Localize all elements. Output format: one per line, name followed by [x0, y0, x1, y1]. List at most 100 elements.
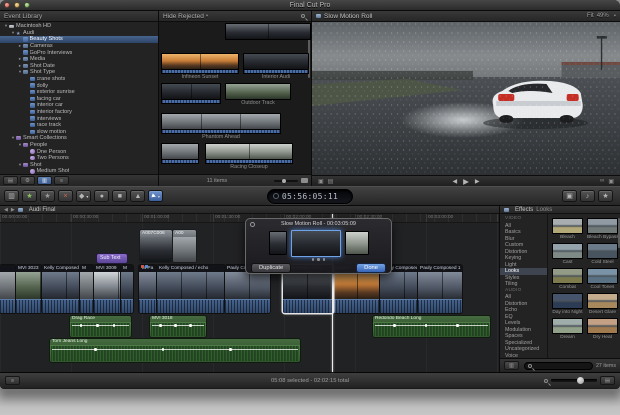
sidebar-item-dolly[interactable]: dolly [0, 82, 158, 89]
gear-menu-icon[interactable]: ⚙ [20, 176, 35, 185]
previous-frame-button[interactable]: ◀ [452, 178, 457, 185]
filter-popup[interactable]: Hide Rejected [163, 13, 204, 20]
show-scopes-button[interactable]: ▤ [328, 178, 334, 185]
marker-button[interactable]: ▲ [130, 190, 145, 202]
timecode-dashboard[interactable]: 05:56:05:11 [267, 189, 353, 204]
audio-clip-mvi-3018[interactable]: MVI 3018 [150, 316, 206, 337]
effects-search-field[interactable] [524, 362, 593, 370]
volume-keyframe-dot[interactable] [229, 348, 232, 351]
sidebar-item-people[interactable]: ▾People [0, 142, 158, 149]
sidebar-item-shot-date[interactable]: ▸Shot Date [0, 63, 158, 70]
effect-item-dream[interactable]: Dream [552, 318, 583, 341]
browser-clip-interior-audi[interactable]: Interior Audi [243, 53, 309, 81]
volume-keyframe-dot[interactable] [456, 324, 459, 327]
page-dot[interactable] [323, 258, 326, 261]
sidebar-item-two-persons[interactable]: Two Persons [0, 155, 158, 162]
timeline-clip-kelly-composed[interactable]: Kelly Composed [42, 265, 80, 313]
browser-clip-item[interactable] [225, 23, 311, 40]
backgrounds-browser-button[interactable]: ★ [598, 190, 613, 202]
next-frame-button[interactable]: ▶ [475, 178, 480, 185]
effect-item-bleach-bypass[interactable]: Bleach Bypass [587, 218, 618, 241]
zoom-out-icon[interactable] [544, 379, 548, 383]
sidebar-item-one-person[interactable]: One Person [0, 148, 158, 155]
effect-item-cool-tones[interactable]: Cool Tones [587, 268, 618, 291]
volume-keyframe-dot[interactable] [425, 324, 428, 327]
browser-clip-infineon-sunset[interactable]: Infineon Sunset [161, 53, 239, 81]
timeline-clip-kelly-composed-echo[interactable]: Kelly Composed / echo [157, 265, 225, 313]
audition-pick-left[interactable] [269, 231, 287, 255]
search-icon[interactable] [301, 14, 305, 18]
play-button[interactable]: ▶ [463, 177, 469, 186]
browser-clip-outdoor-track[interactable]: Outdoor Track [225, 83, 291, 107]
sidebar-item-crane-shots[interactable]: crane shots [0, 76, 158, 83]
sidebar-item-exterior-sunrise[interactable]: exterior sunrise [0, 89, 158, 96]
enhancements-menu[interactable]: ◆▾ [76, 190, 91, 202]
sidebar-item-shot-type[interactable]: ▾Shot Type [0, 69, 158, 76]
timeline-clip-m[interactable]: M [80, 265, 94, 313]
timeline-clip-m[interactable]: M [121, 265, 133, 313]
browser-clip-item[interactable] [161, 83, 221, 104]
timeline-clip-mvi-3023[interactable]: MVI 3023 [16, 265, 42, 313]
timeline-clip-mvi-3009[interactable]: MVI 3009 [94, 265, 121, 313]
sidebar-item-smart-collections[interactable]: ▾Smart Collections [0, 135, 158, 142]
timeline-back-button[interactable]: ◀ [4, 207, 8, 213]
audition-pick-right[interactable] [345, 231, 369, 255]
timeline-clip-ta-pa[interactable]: Ta Pa [139, 265, 157, 313]
volume-keyframe-dot[interactable] [96, 324, 99, 327]
volume-keyframe-dot[interactable] [393, 324, 396, 327]
select-tool-menu[interactable]: ▾ [148, 190, 163, 202]
sidebar-item-interior-car[interactable]: interior car [0, 102, 158, 109]
connected-clip-a007c006[interactable]: A007C006 [140, 230, 172, 262]
effect-item-cold-steel[interactable]: Cold Steel [587, 243, 618, 266]
timeline-clip-pauly-composed-1[interactable]: Pauly Composed 1 [418, 265, 462, 313]
sidebar-item-media[interactable]: ▸Media [0, 56, 158, 63]
effect-item-bleach[interactable]: Bleach [552, 218, 583, 241]
effect-item-desert-glare[interactable]: Desert Glare [587, 293, 618, 316]
sidebar-item-slow-motion[interactable]: slow motion [0, 129, 158, 136]
done-button[interactable]: Done [356, 263, 386, 273]
volume-keyframe-dot[interactable] [189, 324, 192, 327]
page-dot[interactable] [317, 258, 320, 261]
effect-item-cast[interactable]: Cast [552, 243, 583, 266]
effects-view-toggle-button[interactable]: ▥ [504, 361, 519, 370]
sidebar-item-cameras[interactable]: ▸Cameras [0, 43, 158, 50]
fullscreen-button[interactable]: ▣ [608, 178, 614, 185]
title-clip-sub-text[interactable]: Sub Text [97, 254, 127, 263]
duplicate-button[interactable]: Duplicate [251, 263, 291, 273]
list-view-icon[interactable]: ≡ [54, 176, 69, 185]
volume-keyframe-dot[interactable] [162, 348, 165, 351]
browser-clip-phantom-ahead[interactable]: Phantom Ahead [161, 113, 281, 141]
retime-menu[interactable]: ■ [112, 190, 127, 202]
effect-item-day-into-night[interactable]: Day into Night [552, 293, 583, 316]
thumbnail-duration-slider[interactable] [274, 180, 298, 182]
sidebar-item-gopro-interviews[interactable]: GoPro Interviews [0, 49, 158, 56]
effect-item-combat[interactable]: Combat [552, 268, 583, 291]
timeline-forward-button[interactable]: ▶ [11, 207, 15, 213]
loop-playback-button[interactable]: ∞ [600, 178, 604, 185]
volume-keyframe-dot[interactable] [94, 348, 97, 351]
sidebar-item-facing-car[interactable]: facing car [0, 96, 158, 103]
timeline-zoom-slider[interactable] [551, 379, 597, 382]
browser-clip-racing-closeup[interactable]: Racing Closeup [205, 143, 293, 171]
timeline-clip-item[interactable] [0, 265, 16, 313]
connected-clip-a00[interactable]: A00 [173, 230, 196, 262]
photos-browser-button[interactable]: ▣ [562, 190, 577, 202]
audio-clip-redondo-beach-long[interactable]: Redondo Beach Long [373, 316, 490, 337]
sidebar-item-race-track[interactable]: race track [0, 122, 158, 129]
favorite-button[interactable]: ★ [22, 190, 37, 202]
library-toggle-icon[interactable]: ▤ [3, 176, 18, 185]
browser-clip-item[interactable] [161, 143, 199, 164]
import-media-button[interactable]: ▥ [4, 190, 19, 202]
filmstrip-view-icon[interactable]: ▥ [37, 176, 52, 185]
music-browser-button[interactable]: ♪ [580, 190, 595, 202]
sidebar-item-beauty-shots[interactable]: Beauty Shots [0, 36, 158, 43]
sidebar-item-interviews[interactable]: interviews [0, 115, 158, 122]
clip-appearance-button[interactable]: ▤ [600, 376, 615, 385]
effect-item-dry-heat[interactable]: Dry Heat [587, 318, 618, 341]
viewer-zoom-popup[interactable]: 49% [597, 13, 609, 19]
audio-clip-torn-jeans-long[interactable]: Torn Jeans Long [50, 339, 300, 362]
sidebar-item-macintosh-hd[interactable]: ▾Macintosh HD [0, 23, 158, 30]
show-event-button[interactable]: ▣ [318, 178, 324, 185]
volume-keyframe-dot[interactable] [159, 324, 162, 327]
volume-keyframe-dot[interactable] [174, 324, 177, 327]
